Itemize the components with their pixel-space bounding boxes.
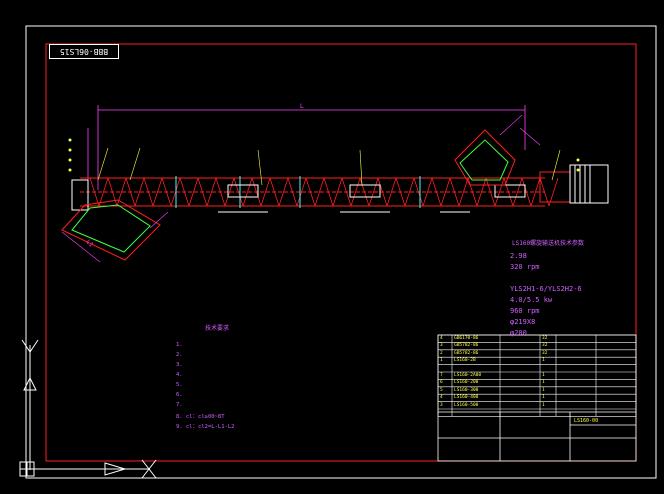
spec-title: LS160螺旋输送机技术参数 (512, 240, 585, 247)
parts-cell-no: 7 (440, 373, 443, 378)
spec-row: 4.0/5.5 kw (506, 296, 552, 304)
parts-cell-no: 3 (440, 402, 443, 408)
note-item: 3. (176, 362, 183, 368)
truss-member (467, 177, 478, 207)
truss-member (323, 177, 334, 207)
truss-member (521, 177, 532, 207)
truss-member (449, 177, 460, 207)
truss-member (359, 177, 370, 207)
parts-cell-no: 3 (440, 343, 443, 349)
spec-row: 960 rpm (506, 307, 540, 315)
spec-row: 320 rpm (506, 263, 540, 271)
parts-cell-no: 4 (440, 336, 443, 341)
spec-value: φ200 (510, 329, 527, 337)
balloon-markers (68, 138, 580, 172)
truss-member (287, 177, 298, 207)
truss-member (413, 177, 424, 207)
leader-lines (97, 147, 561, 186)
truss-member (305, 177, 316, 207)
parts-cell-code: LS160-400 (454, 395, 479, 401)
spec-row: YLS2H1-6/YLS2H2-6 (506, 285, 582, 293)
parts-cell-qty: 1 (542, 380, 545, 386)
parts-cell-qty: 1 (542, 395, 545, 401)
inner-frame (45, 43, 637, 462)
parts-cell-no: 6 (440, 380, 443, 386)
title-block-product-code: LS160-00 (574, 418, 599, 424)
truss-member (485, 177, 496, 207)
spec-row: 2.98 (506, 252, 527, 260)
spec-value: 960 rpm (510, 307, 540, 315)
parts-cell-no: 2 (440, 350, 443, 356)
parts-cell-code: LS160-500 (454, 402, 479, 408)
spec-row (506, 274, 510, 282)
outlet-dims (499, 114, 541, 146)
parts-cell-qty: 32 (542, 343, 548, 349)
truss-member (395, 177, 406, 207)
spec-value: YLS2H1-6/YLS2H2-6 (510, 285, 582, 293)
parts-cell-qty: 1 (542, 402, 545, 408)
truss-member (233, 177, 244, 207)
parts-cell-qty: 1 (542, 373, 545, 378)
dimension-L (87, 105, 526, 190)
outlet-chute (454, 129, 516, 186)
note-item: 1. (176, 342, 183, 348)
parts-cell-no: 1 (440, 358, 443, 364)
parts-cell-code: GB6170-86 (454, 336, 479, 341)
cad-drawing (19, 25, 657, 479)
spec-value: φ219X8 (510, 318, 536, 326)
truss-member (503, 177, 514, 207)
parts-cell-code: GB5782-86 (454, 343, 479, 349)
truss-member (251, 177, 262, 207)
truss-member (431, 177, 442, 207)
truss-member (143, 177, 154, 207)
spec-value: 4.0/5.5 kw (510, 296, 553, 304)
truss-member (179, 177, 190, 207)
parts-cell-code: LS160-300 (454, 387, 479, 393)
parts-cell-qty: 32 (542, 336, 548, 341)
truss-member (161, 177, 172, 207)
inlet-dims (61, 211, 169, 263)
note-item: 5. (176, 382, 183, 388)
truss-member (269, 177, 280, 207)
parts-cell-qty: 32 (542, 350, 548, 356)
notes-title: 技术要求 (205, 325, 230, 332)
parts-cell-no: 5 (440, 387, 443, 393)
parts-cell-code: GB5782-86 (454, 350, 479, 356)
parts-cell-code: LS160-2B (454, 358, 476, 364)
note-item: 9. cl：cl2=L-L1-L2 (176, 424, 235, 430)
truss-member (215, 177, 226, 207)
spec-value: 320 rpm (510, 263, 540, 271)
drive-motor (539, 164, 609, 204)
note-item: 6. (176, 392, 183, 398)
parts-cell-qty: 1 (542, 387, 545, 393)
ucs-icon (19, 339, 157, 479)
parts-cell-no: 4 (440, 395, 443, 401)
note-item: 4. (176, 372, 183, 378)
spec-value: 2.98 (510, 252, 527, 260)
outer-frame (25, 25, 657, 479)
spec-row: φ219X8 (506, 318, 535, 326)
dimension-label-L: L (300, 103, 304, 110)
parts-cell-qty: 1 (542, 358, 545, 364)
parts-cell-code: LS160-200 (454, 380, 479, 386)
truss-member (377, 177, 388, 207)
note-item: 7. (176, 402, 183, 408)
parts-cell-code: LS160-2A00 (454, 373, 482, 378)
note-item: 2. (176, 352, 183, 358)
spec-row: φ200 (506, 329, 527, 337)
drawing-number: BBB-06LS15 (49, 44, 119, 59)
truss-member (125, 177, 136, 207)
note-item: 8. cl：cl≥00~8T (176, 414, 225, 420)
truss-member (197, 177, 208, 207)
